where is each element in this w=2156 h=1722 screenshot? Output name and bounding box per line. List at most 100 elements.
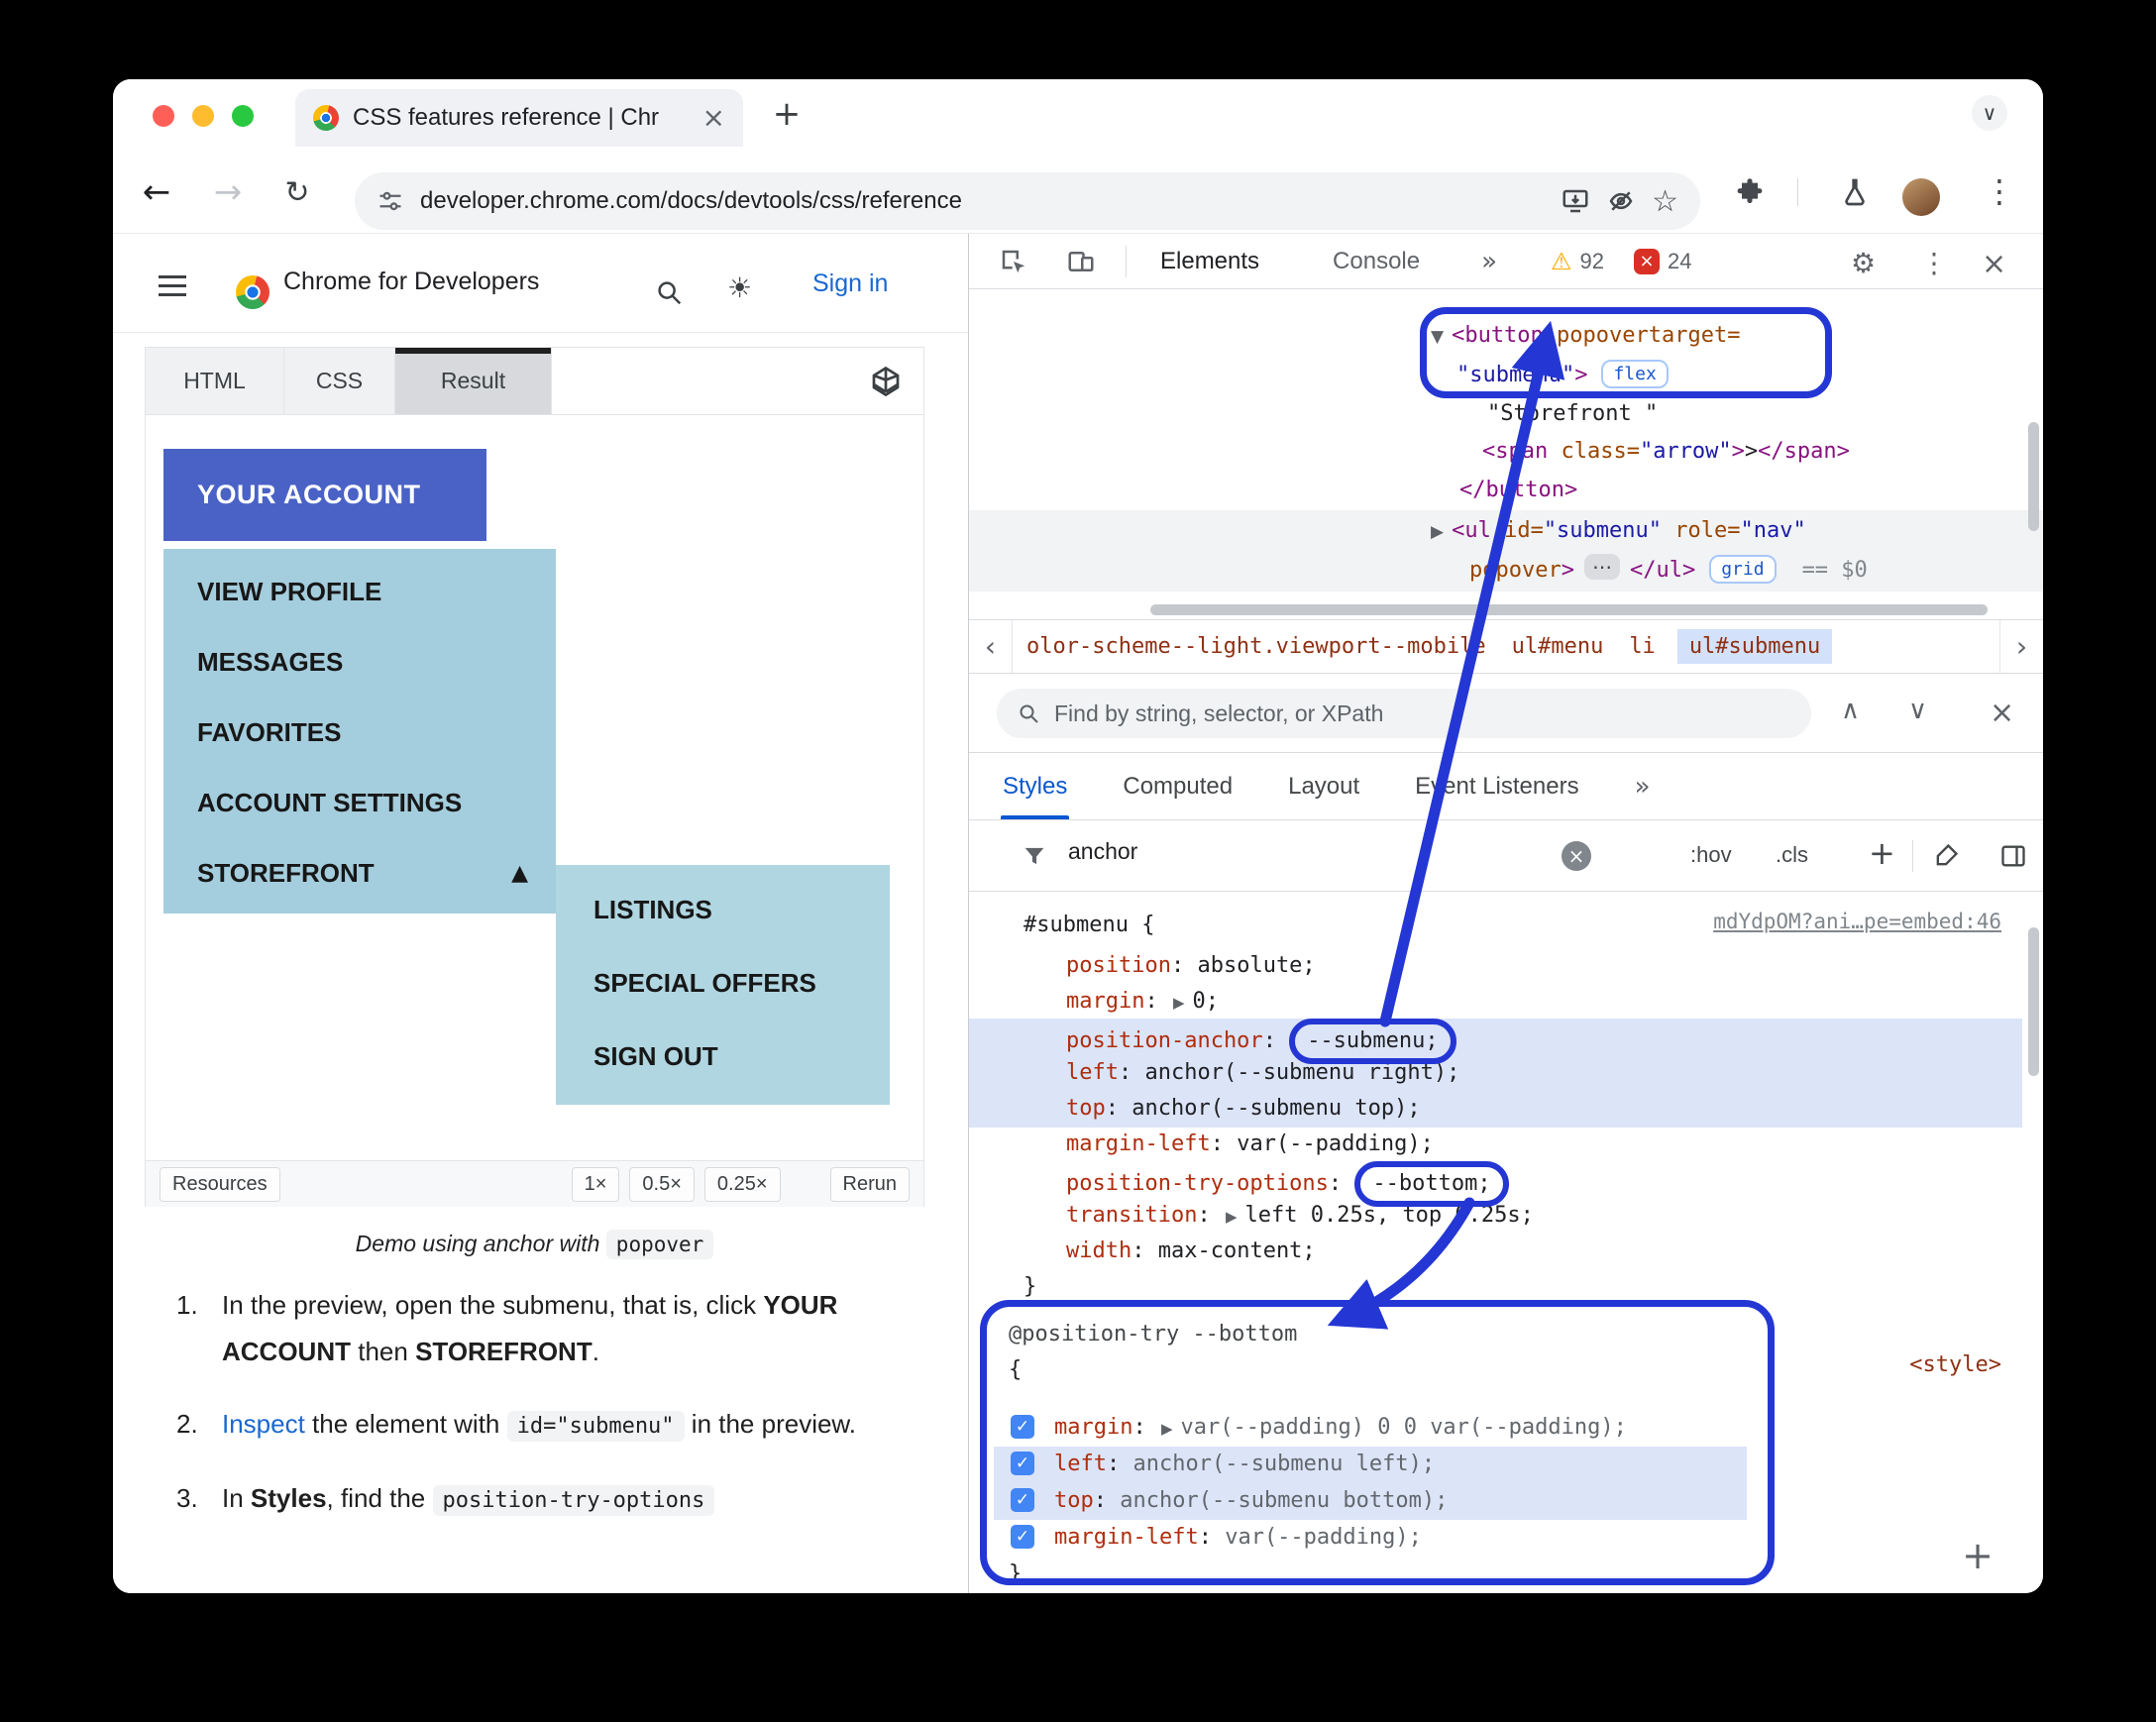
horizontal-scrollbar[interactable] — [1150, 604, 1988, 615]
crumb-scroll-left-icon[interactable]: ‹ — [969, 620, 1013, 673]
tab-console[interactable]: Console — [1333, 248, 1420, 275]
crumb-ul-menu[interactable]: ul#menu — [1512, 634, 1604, 659]
expand-shorthand-icon[interactable]: ▶ — [1226, 1208, 1238, 1226]
browser-tab[interactable]: CSS features reference | Chr × — [295, 89, 743, 147]
tree-line-text-node[interactable]: "Storefront " — [1487, 394, 1658, 433]
filter-input[interactable] — [1068, 838, 1286, 865]
search-icon[interactable] — [654, 277, 684, 307]
find-previous-icon[interactable]: ∧ — [1841, 696, 1860, 725]
filter-clear-icon[interactable]: × — [1562, 841, 1591, 871]
tab-search-button[interactable]: ∨ — [1972, 95, 2007, 131]
vertical-scrollbar[interactable] — [2028, 422, 2039, 531]
bookmark-star-icon[interactable]: ☆ — [1652, 184, 1678, 219]
eye-slash-icon[interactable] — [1606, 186, 1636, 216]
decl-width[interactable]: width: max-content; — [1066, 1233, 1316, 1269]
inspect-link[interactable]: Inspect — [222, 1409, 305, 1439]
install-icon[interactable] — [1561, 186, 1590, 216]
menu-item-account-settings[interactable]: ACCOUNT SETTINGS — [163, 768, 556, 838]
toggle-sidebar-icon[interactable] — [1999, 842, 2027, 870]
settings-gear-icon[interactable]: ⚙ — [1851, 247, 1876, 279]
tab-layout[interactable]: Layout — [1288, 753, 1359, 819]
zoom-1x-button[interactable]: 1× — [571, 1166, 620, 1202]
menu-icon[interactable] — [159, 275, 186, 302]
resources-button[interactable]: Resources — [160, 1166, 280, 1202]
decl-position-try-options[interactable]: position-try-options: --bottom; — [1066, 1161, 1509, 1207]
extensions-puzzle-icon[interactable] — [1734, 176, 1766, 208]
decl-position-anchor[interactable]: position-anchor: --submenu; — [1066, 1019, 1456, 1064]
crumb-ul-submenu[interactable]: ul#submenu — [1676, 629, 1833, 664]
expand-shorthand-icon[interactable]: ▶ — [1173, 994, 1185, 1012]
url-text[interactable]: developer.chrome.com/docs/devtools/css/r… — [420, 187, 1545, 215]
style-tag-source-link[interactable]: <style> — [1909, 1352, 2001, 1377]
submenu-item-listings[interactable]: LISTINGS — [556, 873, 890, 946]
device-toolbar-icon[interactable] — [1066, 247, 1096, 276]
window-maximize-button[interactable] — [232, 105, 254, 127]
rule-selector[interactable]: #submenu { — [1024, 907, 1154, 943]
sign-in-link[interactable]: Sign in — [812, 269, 888, 298]
submenu-item-special-offers[interactable]: SPECIAL OFFERS — [556, 946, 890, 1020]
crumb-body[interactable]: olor-scheme--light.viewport--mobile — [1026, 634, 1486, 659]
new-rule-plus-button[interactable]: + — [1962, 1534, 1994, 1577]
forward-button[interactable]: → — [206, 170, 250, 214]
more-sidebar-tabs-icon[interactable]: » — [1635, 772, 1651, 802]
zoom-025x-button[interactable]: 0.25× — [703, 1166, 781, 1202]
menu-item-favorites[interactable]: FAVORITES — [163, 698, 556, 768]
tab-elements[interactable]: Elements — [1160, 248, 1259, 275]
warning-count[interactable]: 92 — [1580, 249, 1604, 274]
stylesheet-source-link[interactable]: mdYdpOM?ani…pe=embed:46 — [1713, 910, 2001, 933]
address-bar[interactable]: developer.chrome.com/docs/devtools/css/r… — [355, 172, 1700, 230]
decl-position[interactable]: position: absolute; — [1066, 947, 1316, 984]
tab-result[interactable]: Result — [395, 348, 552, 414]
error-count[interactable]: 24 — [1668, 249, 1691, 274]
crumb-scroll-right-icon[interactable]: › — [1999, 620, 2043, 673]
menu-item-view-profile[interactable]: VIEW PROFILE — [163, 557, 556, 627]
tree-line-ul-close[interactable]: popover> ⋯ </ul> grid == $0 — [1469, 551, 1868, 590]
tab-html[interactable]: HTML — [146, 348, 284, 414]
decl-margin[interactable]: margin: ▶ 0; — [1066, 983, 1219, 1020]
labs-flask-icon[interactable] — [1839, 176, 1871, 208]
chrome-logo-icon[interactable] — [236, 275, 270, 309]
rerun-button[interactable]: Rerun — [829, 1166, 910, 1202]
new-tab-button[interactable]: + — [767, 94, 807, 134]
theme-toggle-icon[interactable]: ☀ — [727, 271, 752, 304]
crumb-li[interactable]: li — [1629, 634, 1656, 659]
vertical-scrollbar[interactable] — [2028, 927, 2039, 1076]
inspect-element-icon[interactable] — [999, 247, 1028, 276]
browser-menu-icon[interactable]: ⋮ — [1984, 172, 2015, 210]
element-state-brush-icon[interactable] — [1932, 842, 1960, 870]
toggle-hover-state-button[interactable]: :hov — [1690, 842, 1732, 868]
submenu-item-sign-out[interactable]: SIGN OUT — [556, 1020, 890, 1093]
tree-line-span[interactable]: <span class="arrow">></span> — [1482, 432, 1850, 471]
your-account-button[interactable]: YOUR ACCOUNT — [163, 449, 486, 541]
expand-icon[interactable]: ▶ — [1431, 522, 1444, 542]
back-button[interactable]: ← — [135, 170, 178, 214]
tab-close-icon[interactable]: × — [702, 104, 725, 132]
tree-line-ul-open[interactable]: ▶ <ul id="submenu" role="nav" — [1431, 511, 1806, 550]
error-icon[interactable]: × — [1634, 248, 1661, 274]
warning-icon[interactable]: ⚠ — [1551, 248, 1572, 275]
tab-event-listeners[interactable]: Event Listeners — [1415, 753, 1578, 819]
reload-button[interactable]: ↻ — [275, 170, 319, 214]
devtools-menu-icon[interactable]: ⋮ — [1920, 247, 1948, 279]
menu-item-messages[interactable]: MESSAGES — [163, 627, 556, 698]
more-tabs-icon[interactable]: » — [1481, 247, 1497, 276]
decl-top[interactable]: top: anchor(--submenu top); — [1066, 1090, 1421, 1127]
find-input-wrapper[interactable] — [997, 689, 1811, 738]
expand-children-icon[interactable]: ⋯ — [1583, 554, 1620, 580]
tab-computed[interactable]: Computed — [1123, 753, 1233, 819]
tab-styles[interactable]: Styles — [1000, 753, 1070, 819]
decl-margin-left[interactable]: margin-left: var(--padding); — [1066, 1126, 1434, 1162]
site-brand[interactable]: Chrome for Developers — [283, 268, 539, 296]
menu-item-storefront[interactable]: STOREFRONT ▲ — [163, 838, 556, 909]
window-close-button[interactable] — [153, 105, 174, 127]
codepen-icon[interactable] — [868, 364, 904, 399]
zoom-05x-button[interactable]: 0.5× — [629, 1166, 695, 1202]
site-settings-icon[interactable] — [377, 187, 404, 215]
find-close-icon[interactable]: × — [1990, 696, 2014, 730]
find-input[interactable] — [1054, 700, 1791, 727]
tab-css[interactable]: CSS — [284, 348, 395, 414]
new-style-rule-button[interactable]: + — [1869, 834, 1895, 872]
window-minimize-button[interactable] — [192, 105, 214, 127]
grid-badge[interactable]: grid — [1709, 555, 1777, 585]
find-next-icon[interactable]: ∨ — [1908, 696, 1927, 725]
